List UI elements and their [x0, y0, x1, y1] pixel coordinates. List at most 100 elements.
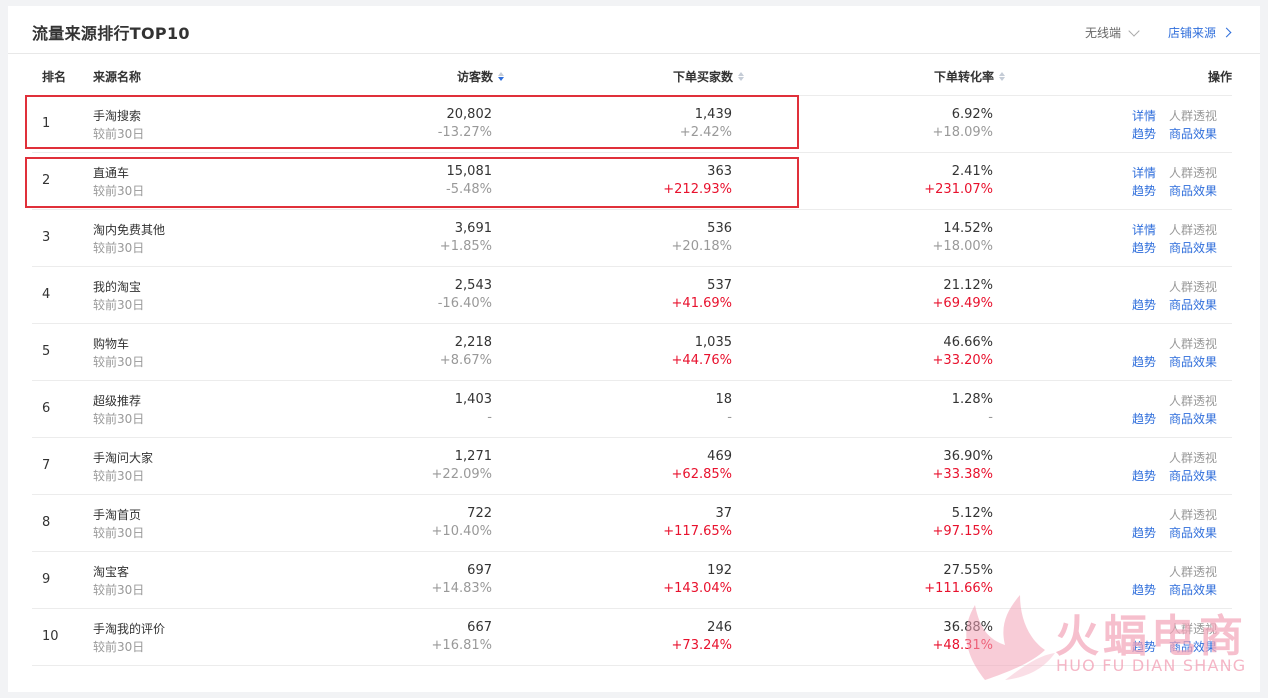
conversion-delta: -: [988, 410, 993, 425]
goods-effect-link[interactable]: 商品效果: [1169, 524, 1217, 541]
conversion-value: 5.12%: [951, 506, 993, 521]
trend-link[interactable]: 趋势: [1132, 296, 1156, 313]
sort-icon[interactable]: [738, 72, 744, 81]
buyers-value: 246: [707, 620, 732, 635]
goods-effect-link[interactable]: 商品效果: [1169, 296, 1217, 313]
column-header-buyers[interactable]: 下单买家数: [673, 68, 744, 85]
goods-effect-link[interactable]: 商品效果: [1169, 581, 1217, 598]
column-header-source: 来源名称: [93, 70, 142, 84]
trend-link[interactable]: 趋势: [1132, 524, 1156, 541]
conversion-value: 2.41%: [951, 164, 993, 179]
visitors-value: 697: [467, 563, 492, 578]
trend-link[interactable]: 趋势: [1132, 410, 1156, 427]
buyers-value: 37: [715, 506, 732, 521]
device-selector-label: 无线端: [1084, 26, 1121, 40]
column-header-visitors[interactable]: 访客数: [457, 68, 504, 85]
compare-label: 较前30日: [93, 469, 145, 483]
shop-source-link[interactable]: 店铺来源: [1167, 24, 1232, 41]
goods-effect-link[interactable]: 商品效果: [1169, 239, 1217, 256]
trend-link[interactable]: 趋势: [1132, 353, 1156, 370]
goods-effect-link[interactable]: 商品效果: [1169, 125, 1217, 142]
conversion-value: 46.66%: [943, 335, 993, 350]
buyers-delta: +62.85%: [671, 467, 732, 482]
crowd-insight-link: 人群透视: [1169, 280, 1218, 294]
visitors-value: 3,691: [454, 221, 492, 236]
watermark-text: 火蝠电商: [1055, 611, 1247, 662]
detail-link[interactable]: 详情: [1132, 107, 1156, 124]
conversion-value: 6.92%: [951, 107, 993, 122]
card-title: 流量来源排行TOP10: [32, 24, 190, 43]
conversion-value: 27.55%: [943, 563, 993, 578]
chevron-down-icon: [1128, 24, 1140, 37]
trend-link[interactable]: 趋势: [1132, 239, 1156, 256]
buyers-delta: +143.04%: [663, 581, 732, 596]
visitors-delta: +10.40%: [431, 524, 492, 539]
goods-effect-link[interactable]: 商品效果: [1169, 410, 1217, 427]
shop-source-link-label: 店铺来源: [1167, 26, 1216, 40]
visitors-value: 722: [467, 506, 492, 521]
buyers-value: 469: [707, 449, 732, 464]
trend-link[interactable]: 趋势: [1132, 125, 1156, 142]
card-header-controls: 无线端 店铺来源: [1084, 24, 1232, 41]
crowd-insight-link: 人群透视: [1169, 451, 1218, 465]
compare-label: 较前30日: [93, 583, 145, 597]
conversion-value: 1.28%: [951, 392, 993, 407]
conversion-delta: +231.07%: [924, 182, 993, 197]
visitors-delta: -: [487, 410, 492, 425]
crowd-insight-link: 人群透视: [1169, 565, 1218, 579]
source-name: 手淘首页: [93, 508, 142, 522]
rank-cell: 9: [42, 572, 51, 587]
compare-label: 较前30日: [93, 412, 145, 426]
buyers-value: 1,035: [694, 335, 732, 350]
buyers-value: 18: [715, 392, 732, 407]
source-name: 淘内免费其他: [93, 223, 166, 237]
visitors-delta: +8.67%: [439, 353, 492, 368]
buyers-delta: +20.18%: [671, 239, 732, 254]
crowd-insight-link: 人群透视: [1169, 166, 1218, 180]
highlight-box-row-1: [25, 95, 799, 149]
rank-cell: 3: [42, 230, 51, 245]
rank-cell: 7: [42, 458, 51, 473]
trend-link[interactable]: 趋势: [1132, 182, 1156, 199]
source-name: 超级推荐: [93, 394, 142, 408]
goods-effect-link[interactable]: 商品效果: [1169, 182, 1217, 199]
rank-cell: 5: [42, 344, 51, 359]
visitors-value: 2,218: [454, 335, 492, 350]
buyers-value: 537: [707, 278, 732, 293]
crowd-insight-link: 人群透视: [1169, 394, 1218, 408]
compare-label: 较前30日: [93, 640, 145, 654]
compare-label: 较前30日: [93, 526, 145, 540]
table-row: 9 淘宝客 较前30日 697 +14.83% 192 +143.04% 27.55% +111…: [32, 552, 1232, 609]
column-header-actions: 操作: [1207, 70, 1232, 84]
column-header-conversion[interactable]: 下单转化率: [934, 68, 1005, 85]
trend-link[interactable]: 趋势: [1132, 467, 1156, 484]
buyers-delta: -: [727, 410, 732, 425]
conversion-delta: +33.20%: [932, 353, 993, 368]
table-row: 8 手淘首页 较前30日 722 +10.40% 37 +117.65% 5.12% +97.1…: [32, 495, 1232, 552]
rank-cell: 10: [42, 629, 59, 644]
conversion-value: 36.88%: [943, 620, 993, 635]
sort-icon[interactable]: [999, 72, 1005, 81]
goods-effect-link[interactable]: 商品效果: [1169, 467, 1217, 484]
table-row: 3 淘内免费其他 较前30日 3,691 +1.85% 536 +20.18% 14.52% +…: [32, 210, 1232, 267]
sort-icon[interactable]: [498, 72, 504, 81]
table-row: 10 手淘我的评价 较前30日 667 +16.81% 246 +73.24% 36.88% +…: [32, 609, 1232, 666]
visitors-delta: -16.40%: [437, 296, 492, 311]
conversion-delta: +33.38%: [932, 467, 993, 482]
visitors-delta: +1.85%: [439, 239, 492, 254]
table-row: 5 购物车 较前30日 2,218 +8.67% 1,035 +44.76% 46.66% +3…: [32, 324, 1232, 381]
crowd-insight-link: 人群透视: [1169, 223, 1218, 237]
trend-link[interactable]: 趋势: [1132, 581, 1156, 598]
highlight-box-row-2: [25, 157, 799, 208]
table-header: 排名 来源名称 访客数 下单买家数 下单转化率 操作: [32, 54, 1232, 96]
detail-link[interactable]: 详情: [1132, 221, 1156, 238]
conversion-value: 14.52%: [943, 221, 993, 236]
source-name: 购物车: [93, 337, 130, 351]
crowd-insight-link: 人群透视: [1169, 508, 1218, 522]
conversion-delta: +18.09%: [932, 125, 993, 140]
detail-link[interactable]: 详情: [1132, 164, 1156, 181]
device-selector[interactable]: 无线端: [1084, 24, 1140, 41]
conversion-delta: +69.49%: [932, 296, 993, 311]
goods-effect-link[interactable]: 商品效果: [1169, 353, 1217, 370]
compare-label: 较前30日: [93, 355, 145, 369]
